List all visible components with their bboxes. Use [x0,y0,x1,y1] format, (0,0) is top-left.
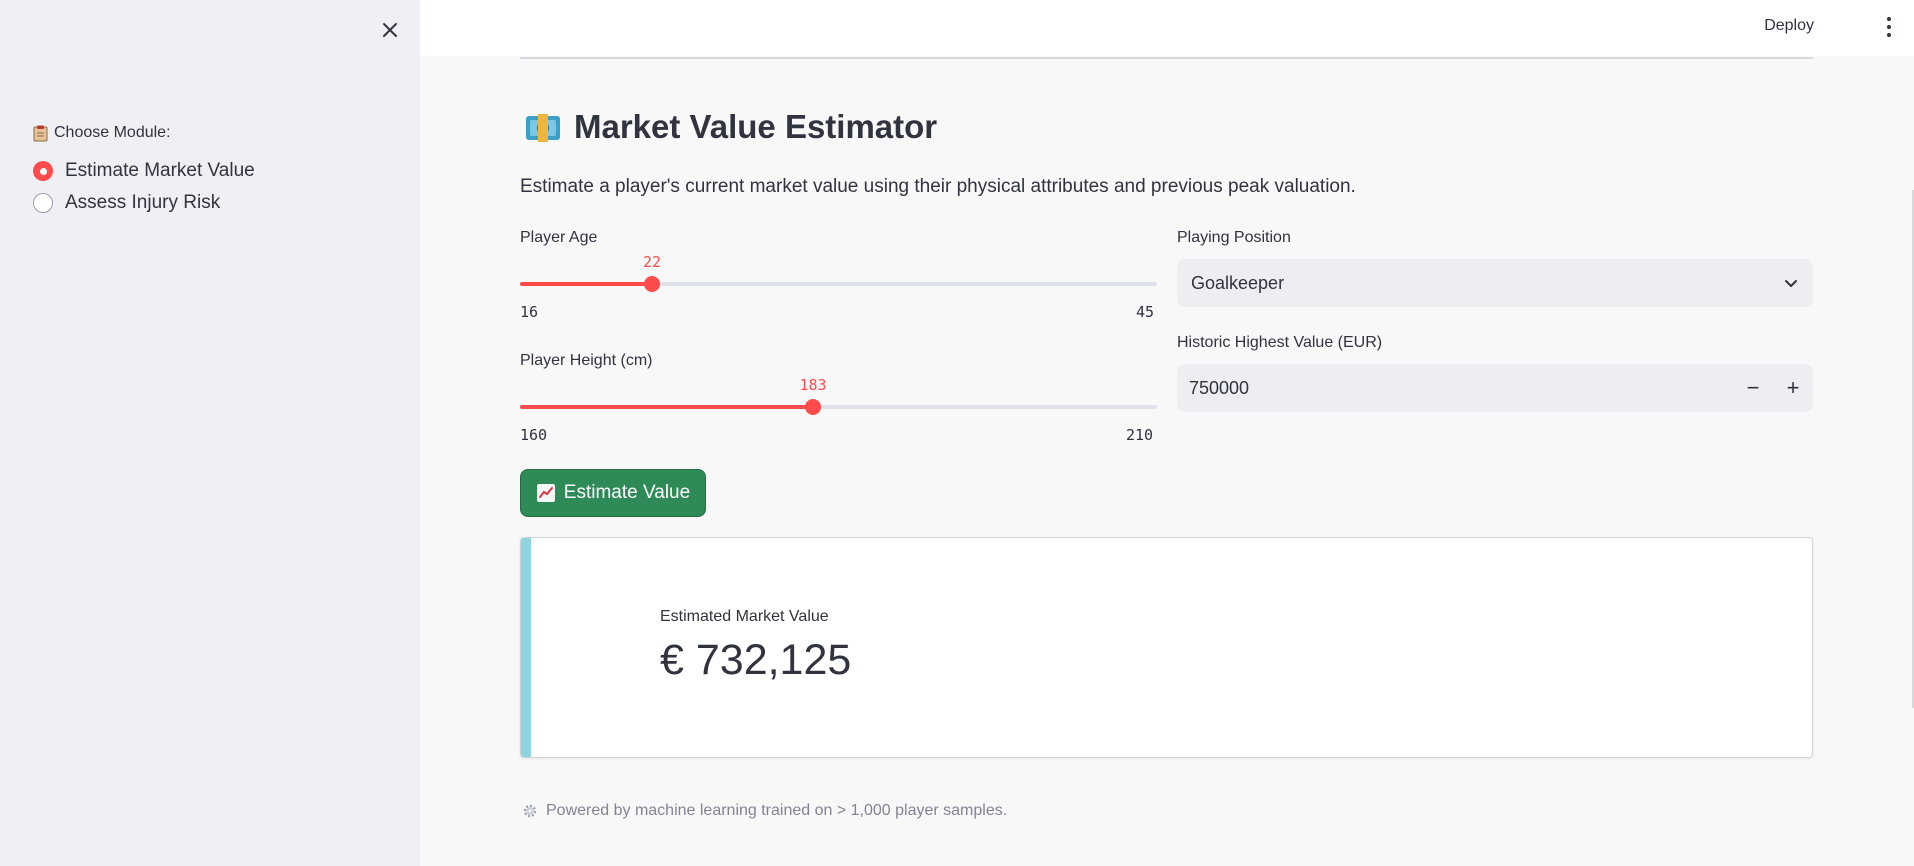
footer-text: Powered by machine learning trained on >… [546,802,1008,819]
height-slider[interactable] [520,399,1157,415]
page-title: Market Value Estimator [574,108,938,145]
app-header: Deploy [420,0,1914,56]
kebab-menu-icon[interactable] [1880,14,1898,40]
close-sidebar-button[interactable] [376,16,404,44]
result-value: € 732,125 [660,636,852,684]
age-slider-thumb[interactable] [644,276,660,292]
chevron-down-icon [1785,280,1797,287]
historic-value-field: − + [1177,364,1813,412]
position-select[interactable]: Goalkeeper [1177,259,1813,307]
result-card: Estimated Market Value € 732,125 [520,537,1813,758]
height-slider-fill [520,405,813,409]
age-slider[interactable] [520,276,1157,292]
height-label: Player Height (cm) [520,352,653,369]
height-value: 183 [799,376,827,394]
page-subtitle: Estimate a player's current market value… [520,176,1356,197]
decrement-button[interactable]: − [1733,364,1773,412]
position-select-value: Goalkeeper [1191,272,1285,293]
age-max: 45 [1136,303,1155,321]
result-accent [521,538,531,757]
result-label: Estimated Market Value [660,608,829,625]
increment-button[interactable]: + [1773,364,1813,412]
radio-unchecked-icon [33,193,53,213]
sidebar: Choose Module: Estimate Market Value Ass… [0,0,420,866]
radio-checked-icon [33,161,53,181]
gear-icon [523,804,537,818]
deploy-button[interactable]: Deploy [1764,17,1814,35]
footer-caption: Powered by machine learning trained on >… [522,802,1007,820]
page-title-row: Market Value Estimator [524,108,937,146]
estimate-value-button[interactable]: Estimate Value [520,469,706,517]
age-min: 16 [520,303,539,321]
position-label: Playing Position [1177,229,1291,246]
age-value: 22 [642,253,662,271]
radio-label: Assess Injury Risk [65,192,221,213]
clipboard-icon [33,125,48,141]
close-icon [383,23,397,37]
module-label-text: Choose Module: [54,124,171,141]
height-max: 210 [1126,426,1154,444]
divider [520,57,1813,59]
estimate-value-label: Estimate Value [563,482,691,503]
age-label: Player Age [520,229,598,246]
radio-estimate-market-value[interactable]: Estimate Market Value [33,160,255,182]
historic-value-input[interactable] [1177,364,1733,412]
age-slider-fill [520,282,652,286]
historic-value-label: Historic Highest Value (EUR) [1177,334,1383,351]
radio-label: Estimate Market Value [65,160,255,181]
radio-assess-injury-risk[interactable]: Assess Injury Risk [33,192,220,214]
chart-increasing-icon [536,484,555,502]
money-icon [526,114,560,142]
height-min: 160 [520,426,548,444]
height-slider-thumb[interactable] [805,399,821,415]
module-label: Choose Module: [33,124,171,142]
